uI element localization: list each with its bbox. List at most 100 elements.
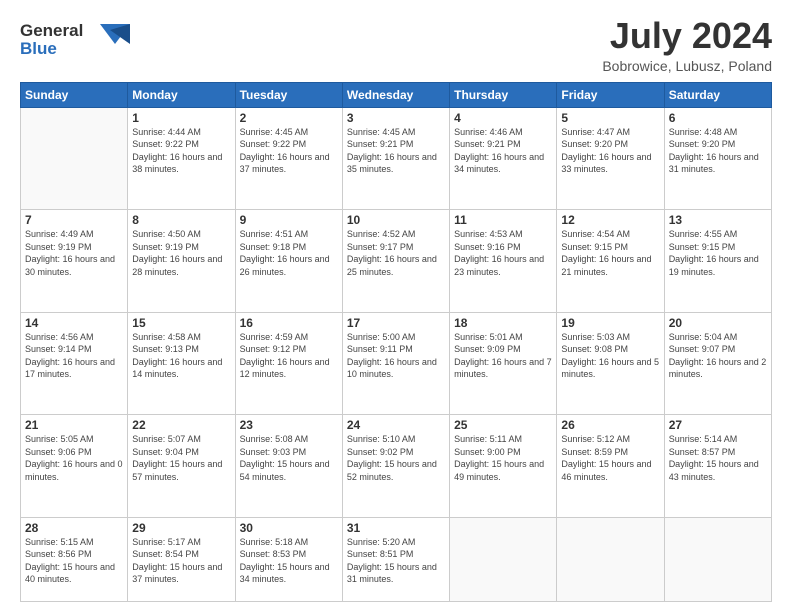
day-number: 31 [347,521,445,535]
day-number: 4 [454,111,552,125]
day-number: 12 [561,213,659,227]
table-row: 16 Sunrise: 4:59 AM Sunset: 9:12 PM Dayl… [235,312,342,415]
day-info: Sunrise: 4:53 AM Sunset: 9:16 PM Dayligh… [454,228,552,278]
calendar-week-row: 14 Sunrise: 4:56 AM Sunset: 9:14 PM Dayl… [21,312,772,415]
day-number: 20 [669,316,767,330]
col-sunday: Sunday [21,82,128,107]
day-number: 26 [561,418,659,432]
month-title: July 2024 [602,16,772,56]
day-number: 19 [561,316,659,330]
logo: General Blue [20,16,130,67]
calendar-week-row: 7 Sunrise: 4:49 AM Sunset: 9:19 PM Dayli… [21,210,772,313]
day-number: 11 [454,213,552,227]
day-info: Sunrise: 4:45 AM Sunset: 9:22 PM Dayligh… [240,126,338,176]
day-info: Sunrise: 5:18 AM Sunset: 8:53 PM Dayligh… [240,536,338,586]
day-info: Sunrise: 4:59 AM Sunset: 9:12 PM Dayligh… [240,331,338,381]
day-info: Sunrise: 4:54 AM Sunset: 9:15 PM Dayligh… [561,228,659,278]
day-number: 22 [132,418,230,432]
day-info: Sunrise: 4:49 AM Sunset: 9:19 PM Dayligh… [25,228,123,278]
col-monday: Monday [128,82,235,107]
table-row: 14 Sunrise: 4:56 AM Sunset: 9:14 PM Dayl… [21,312,128,415]
day-number: 16 [240,316,338,330]
page: General Blue July 2024 Bobrowice, Lubusz… [0,0,792,612]
location: Bobrowice, Lubusz, Poland [602,58,772,74]
col-tuesday: Tuesday [235,82,342,107]
day-info: Sunrise: 5:04 AM Sunset: 9:07 PM Dayligh… [669,331,767,381]
table-row: 2 Sunrise: 4:45 AM Sunset: 9:22 PM Dayli… [235,107,342,210]
table-row: 1 Sunrise: 4:44 AM Sunset: 9:22 PM Dayli… [128,107,235,210]
table-row: 29 Sunrise: 5:17 AM Sunset: 8:54 PM Dayl… [128,517,235,601]
title-block: July 2024 Bobrowice, Lubusz, Poland [602,16,772,74]
day-info: Sunrise: 5:01 AM Sunset: 9:09 PM Dayligh… [454,331,552,381]
table-row: 18 Sunrise: 5:01 AM Sunset: 9:09 PM Dayl… [450,312,557,415]
col-wednesday: Wednesday [342,82,449,107]
table-row: 7 Sunrise: 4:49 AM Sunset: 9:19 PM Dayli… [21,210,128,313]
table-row: 5 Sunrise: 4:47 AM Sunset: 9:20 PM Dayli… [557,107,664,210]
day-info: Sunrise: 4:47 AM Sunset: 9:20 PM Dayligh… [561,126,659,176]
day-info: Sunrise: 5:15 AM Sunset: 8:56 PM Dayligh… [25,536,123,586]
day-info: Sunrise: 5:00 AM Sunset: 9:11 PM Dayligh… [347,331,445,381]
col-thursday: Thursday [450,82,557,107]
col-saturday: Saturday [664,82,771,107]
table-row: 11 Sunrise: 4:53 AM Sunset: 9:16 PM Dayl… [450,210,557,313]
day-info: Sunrise: 4:52 AM Sunset: 9:17 PM Dayligh… [347,228,445,278]
calendar-week-row: 28 Sunrise: 5:15 AM Sunset: 8:56 PM Dayl… [21,517,772,601]
table-row: 10 Sunrise: 4:52 AM Sunset: 9:17 PM Dayl… [342,210,449,313]
day-number: 8 [132,213,230,227]
col-friday: Friday [557,82,664,107]
table-row: 24 Sunrise: 5:10 AM Sunset: 9:02 PM Dayl… [342,415,449,518]
day-number: 7 [25,213,123,227]
day-number: 18 [454,316,552,330]
day-info: Sunrise: 5:03 AM Sunset: 9:08 PM Dayligh… [561,331,659,381]
day-number: 29 [132,521,230,535]
day-number: 14 [25,316,123,330]
day-info: Sunrise: 5:14 AM Sunset: 8:57 PM Dayligh… [669,433,767,483]
table-row: 26 Sunrise: 5:12 AM Sunset: 8:59 PM Dayl… [557,415,664,518]
table-row [21,107,128,210]
table-row [557,517,664,601]
day-info: Sunrise: 4:50 AM Sunset: 9:19 PM Dayligh… [132,228,230,278]
calendar-week-row: 21 Sunrise: 5:05 AM Sunset: 9:06 PM Dayl… [21,415,772,518]
day-info: Sunrise: 5:11 AM Sunset: 9:00 PM Dayligh… [454,433,552,483]
day-number: 3 [347,111,445,125]
day-number: 1 [132,111,230,125]
day-info: Sunrise: 5:17 AM Sunset: 8:54 PM Dayligh… [132,536,230,586]
table-row: 22 Sunrise: 5:07 AM Sunset: 9:04 PM Dayl… [128,415,235,518]
table-row: 12 Sunrise: 4:54 AM Sunset: 9:15 PM Dayl… [557,210,664,313]
svg-text:General: General [20,21,83,40]
day-number: 23 [240,418,338,432]
day-number: 15 [132,316,230,330]
header: General Blue July 2024 Bobrowice, Lubusz… [20,16,772,74]
day-info: Sunrise: 5:20 AM Sunset: 8:51 PM Dayligh… [347,536,445,586]
day-number: 27 [669,418,767,432]
table-row: 17 Sunrise: 5:00 AM Sunset: 9:11 PM Dayl… [342,312,449,415]
day-info: Sunrise: 5:05 AM Sunset: 9:06 PM Dayligh… [25,433,123,483]
day-number: 13 [669,213,767,227]
table-row: 19 Sunrise: 5:03 AM Sunset: 9:08 PM Dayl… [557,312,664,415]
table-row: 9 Sunrise: 4:51 AM Sunset: 9:18 PM Dayli… [235,210,342,313]
table-row [450,517,557,601]
day-number: 28 [25,521,123,535]
day-info: Sunrise: 4:51 AM Sunset: 9:18 PM Dayligh… [240,228,338,278]
table-row: 27 Sunrise: 5:14 AM Sunset: 8:57 PM Dayl… [664,415,771,518]
table-row: 3 Sunrise: 4:45 AM Sunset: 9:21 PM Dayli… [342,107,449,210]
table-row: 6 Sunrise: 4:48 AM Sunset: 9:20 PM Dayli… [664,107,771,210]
table-row: 13 Sunrise: 4:55 AM Sunset: 9:15 PM Dayl… [664,210,771,313]
calendar-week-row: 1 Sunrise: 4:44 AM Sunset: 9:22 PM Dayli… [21,107,772,210]
table-row: 30 Sunrise: 5:18 AM Sunset: 8:53 PM Dayl… [235,517,342,601]
day-info: Sunrise: 4:56 AM Sunset: 9:14 PM Dayligh… [25,331,123,381]
calendar-table: Sunday Monday Tuesday Wednesday Thursday… [20,82,772,602]
svg-text:Blue: Blue [20,39,57,58]
table-row: 31 Sunrise: 5:20 AM Sunset: 8:51 PM Dayl… [342,517,449,601]
table-row: 23 Sunrise: 5:08 AM Sunset: 9:03 PM Dayl… [235,415,342,518]
day-number: 21 [25,418,123,432]
day-number: 6 [669,111,767,125]
table-row: 25 Sunrise: 5:11 AM Sunset: 9:00 PM Dayl… [450,415,557,518]
day-info: Sunrise: 4:58 AM Sunset: 9:13 PM Dayligh… [132,331,230,381]
day-number: 10 [347,213,445,227]
logo-text: General Blue [20,16,130,67]
table-row: 4 Sunrise: 4:46 AM Sunset: 9:21 PM Dayli… [450,107,557,210]
calendar-header-row: Sunday Monday Tuesday Wednesday Thursday… [21,82,772,107]
day-info: Sunrise: 4:55 AM Sunset: 9:15 PM Dayligh… [669,228,767,278]
table-row [664,517,771,601]
